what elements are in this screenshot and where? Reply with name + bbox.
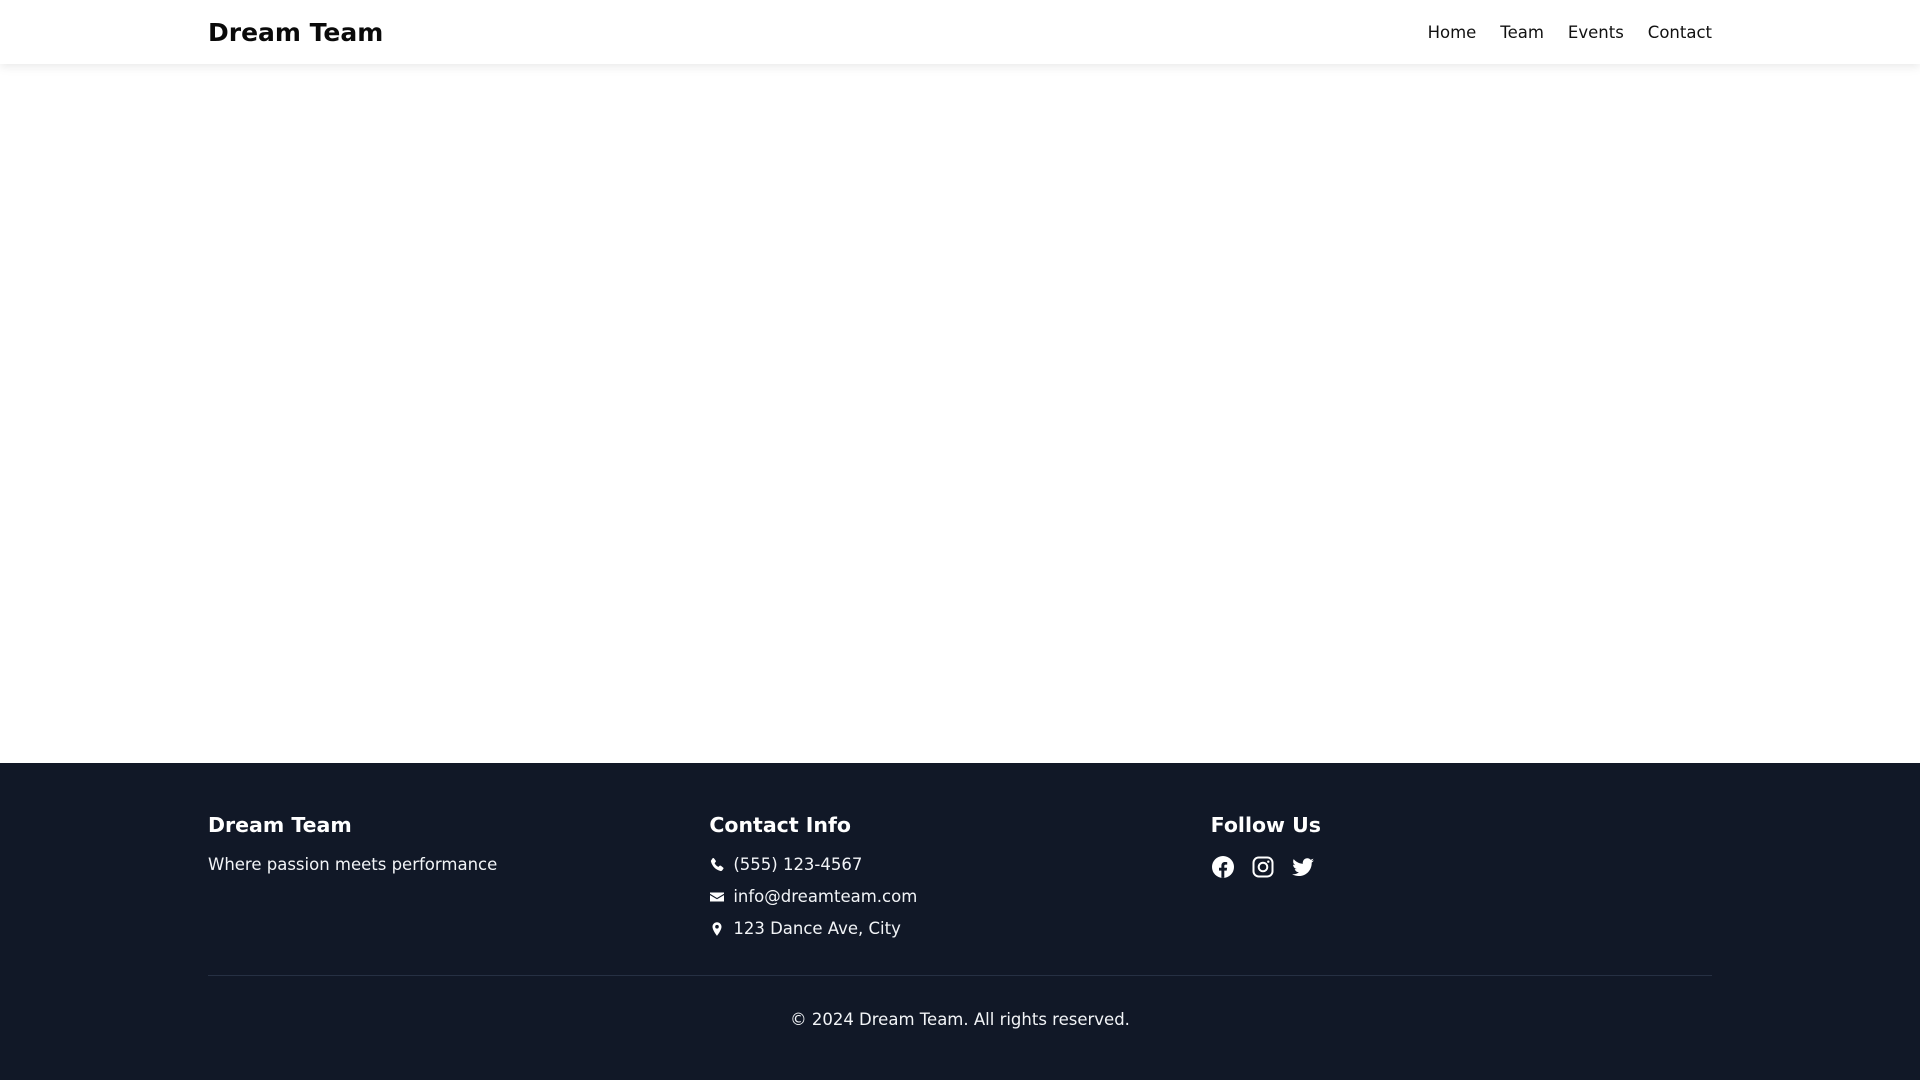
contact-address: 123 Dance Ave, City	[709, 919, 1210, 939]
contact-list: (555) 123-4567 info@dreamteam.com 123 Da…	[709, 855, 1210, 939]
facebook-link[interactable]	[1211, 855, 1235, 879]
nav-contact-link[interactable]: Contact	[1648, 23, 1712, 42]
footer-tagline: Where passion meets performance	[208, 855, 498, 874]
phone-icon	[711, 857, 724, 872]
envelope-icon	[710, 892, 725, 902]
page: Dream Team Home Team Events Contact Drea…	[0, 0, 1920, 1080]
contact-address-text: 123 Dance Ave, City	[733, 919, 901, 938]
contact-phone-text: (555) 123-4567	[733, 855, 863, 874]
nav-team-link[interactable]: Team	[1500, 23, 1544, 42]
footer-social-title: Follow Us	[1210, 813, 1321, 837]
footer-copyright: © 2024 Dream Team. All rights reserved.	[790, 1010, 1130, 1029]
location-pin-icon	[712, 922, 722, 936]
footer-divider	[208, 975, 1712, 976]
navbar: Dream Team Home Team Events Contact	[0, 0, 1920, 64]
contact-email-text: info@dreamteam.com	[733, 887, 918, 906]
social-links	[1211, 855, 1712, 879]
instagram-link[interactable]	[1251, 855, 1275, 879]
facebook-icon	[1211, 856, 1234, 878]
main-content	[0, 64, 1920, 763]
twitter-link[interactable]	[1291, 855, 1315, 879]
brand-logo[interactable]: Dream Team	[208, 18, 383, 47]
footer-about-title: Dream Team	[208, 813, 352, 837]
nav-events-link[interactable]: Events	[1568, 23, 1624, 42]
navbar-inner: Dream Team Home Team Events Contact	[208, 0, 1712, 64]
nav-links: Home Team Events Contact	[1428, 23, 1712, 42]
footer-inner: Dream Team Where passion meets performan…	[208, 763, 1712, 1080]
contact-phone: (555) 123-4567	[709, 855, 1210, 875]
footer-columns: Dream Team Where passion meets performan…	[208, 813, 1712, 951]
footer: Dream Team Where passion meets performan…	[0, 763, 1920, 1080]
footer-about: Dream Team Where passion meets performan…	[208, 813, 709, 951]
instagram-icon	[1252, 856, 1274, 878]
footer-contact-title: Contact Info	[709, 813, 851, 837]
contact-email: info@dreamteam.com	[709, 887, 1210, 907]
nav-home-link[interactable]: Home	[1428, 23, 1477, 42]
footer-social: Follow Us	[1211, 813, 1712, 951]
footer-contact: Contact Info (555) 123-4567 info@dreamte…	[709, 813, 1210, 951]
twitter-icon	[1291, 858, 1314, 877]
